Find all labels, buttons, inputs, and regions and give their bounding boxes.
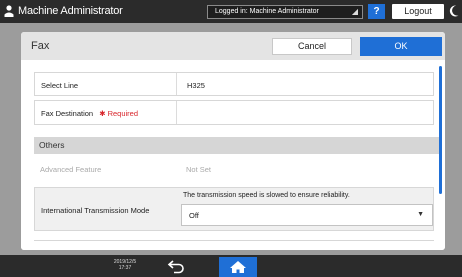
cancel-button[interactable]: Cancel (272, 38, 352, 55)
home-button[interactable] (219, 257, 257, 277)
scrollbar-thumb[interactable] (439, 66, 442, 194)
others-section-label: Others (39, 140, 65, 150)
required-indicator: ✱ Required (99, 109, 139, 118)
moon-icon[interactable] (449, 4, 460, 18)
ok-button[interactable]: OK (360, 37, 442, 56)
fax-destination-label: Fax Destination ✱ Required (41, 109, 138, 118)
advanced-feature-label: Advanced Feature (40, 165, 102, 174)
international-transmission-note: The transmission speed is slowed to ensu… (183, 192, 350, 199)
advanced-feature-row: Advanced Feature Not Set (34, 156, 434, 182)
top-bar: Machine Administrator Logged in: Machine… (0, 0, 462, 23)
fax-destination-row[interactable]: Fax Destination ✱ Required (34, 100, 434, 125)
select-line-value: H325 (187, 81, 205, 90)
dropdown-arrow-icon: ▼ (417, 211, 424, 218)
user-icon (4, 5, 14, 17)
international-transmission-label: International Transmission Mode (41, 206, 150, 215)
dialog-header: Fax Cancel OK (21, 32, 445, 60)
international-transmission-select[interactable]: Off ▼ (181, 204, 433, 226)
status-corner-icon: ◢ (351, 7, 358, 16)
dialog-title: Fax (31, 40, 50, 52)
others-section-header: Others (34, 137, 442, 154)
help-button[interactable]: ? (368, 4, 385, 19)
fax-destination-label-text: Fax Destination (41, 109, 94, 118)
home-icon (230, 261, 246, 273)
date-time: 2019/12/5 17:37 (110, 259, 140, 271)
logout-button[interactable]: Logout (392, 4, 444, 19)
row-divider (176, 101, 177, 124)
select-line-label: Select Line (41, 81, 79, 90)
advanced-feature-value: Not Set (186, 165, 212, 174)
international-transmission-row: International Transmission Mode The tran… (34, 187, 434, 231)
row-divider (176, 73, 177, 95)
back-icon[interactable] (166, 258, 188, 274)
next-row-partial (34, 240, 434, 250)
fax-dialog: Fax Cancel OK Select Line H325 Fax Desti… (21, 32, 445, 250)
login-status-field[interactable]: Logged in: Machine Administrator ◢ (207, 5, 363, 19)
bottom-bar: 2019/12/5 17:37 (0, 255, 462, 277)
international-transmission-value: Off (189, 211, 199, 220)
user-role-title: Machine Administrator (18, 5, 123, 17)
time-text: 17:37 (118, 265, 132, 271)
login-status-text: Logged in: Machine Administrator (215, 8, 319, 15)
select-line-row[interactable]: Select Line H325 (34, 72, 434, 96)
